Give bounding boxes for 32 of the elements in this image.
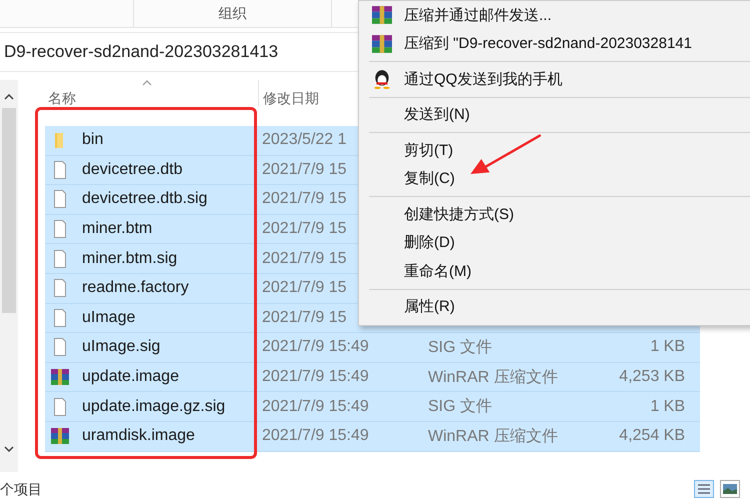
file-date: 2021/7/9 15 [262, 190, 347, 208]
file-name: uramdisk.image [82, 427, 195, 446]
file-name: update.image.gz.sig [82, 398, 226, 416]
file-name: update.image [82, 368, 179, 386]
file-name: uImage.sig [82, 338, 160, 356]
file-size: 4,253 KB [619, 368, 685, 386]
file-name: devicetree.dtb.sig [82, 190, 208, 208]
file-type: WinRAR 压缩文件 [428, 368, 558, 386]
file-size: 1 KB [650, 338, 685, 356]
file-name: uImage [82, 308, 136, 327]
file-name: bin [82, 131, 104, 150]
ribbon-group-label: 组织 [218, 4, 246, 22]
file-date: 2021/7/9 15:49 [262, 427, 369, 444]
file-size: 4,254 KB [619, 427, 685, 444]
file-date: 2021/7/9 15 [262, 279, 347, 296]
file-date: 2021/7/9 15 [262, 308, 347, 326]
file-date: 2021/7/9 15:49 [262, 338, 369, 356]
file-date: 2021/7/9 15 [262, 220, 347, 238]
file-type: SIG 文件 [428, 398, 492, 416]
file-date: 2021/7/9 15:49 [262, 368, 369, 386]
file-name: devicetree.dtb [82, 160, 183, 179]
file-name: miner.btm.sig [82, 250, 178, 268]
file-type: SIG 文件 [428, 338, 492, 356]
file-name: readme.factory [82, 279, 189, 298]
file-name: miner.btm [82, 220, 152, 238]
file-date: 2023/5/22 1 [262, 131, 347, 148]
status-text: 个项目 [0, 481, 42, 499]
file-size: 1 KB [650, 398, 685, 415]
file-type: WinRAR 压缩文件 [428, 428, 558, 445]
file-date: 2021/7/9 15:49 [262, 398, 369, 415]
file-date: 2021/7/9 15 [262, 160, 347, 178]
file-date: 2021/7/9 15 [262, 250, 347, 267]
